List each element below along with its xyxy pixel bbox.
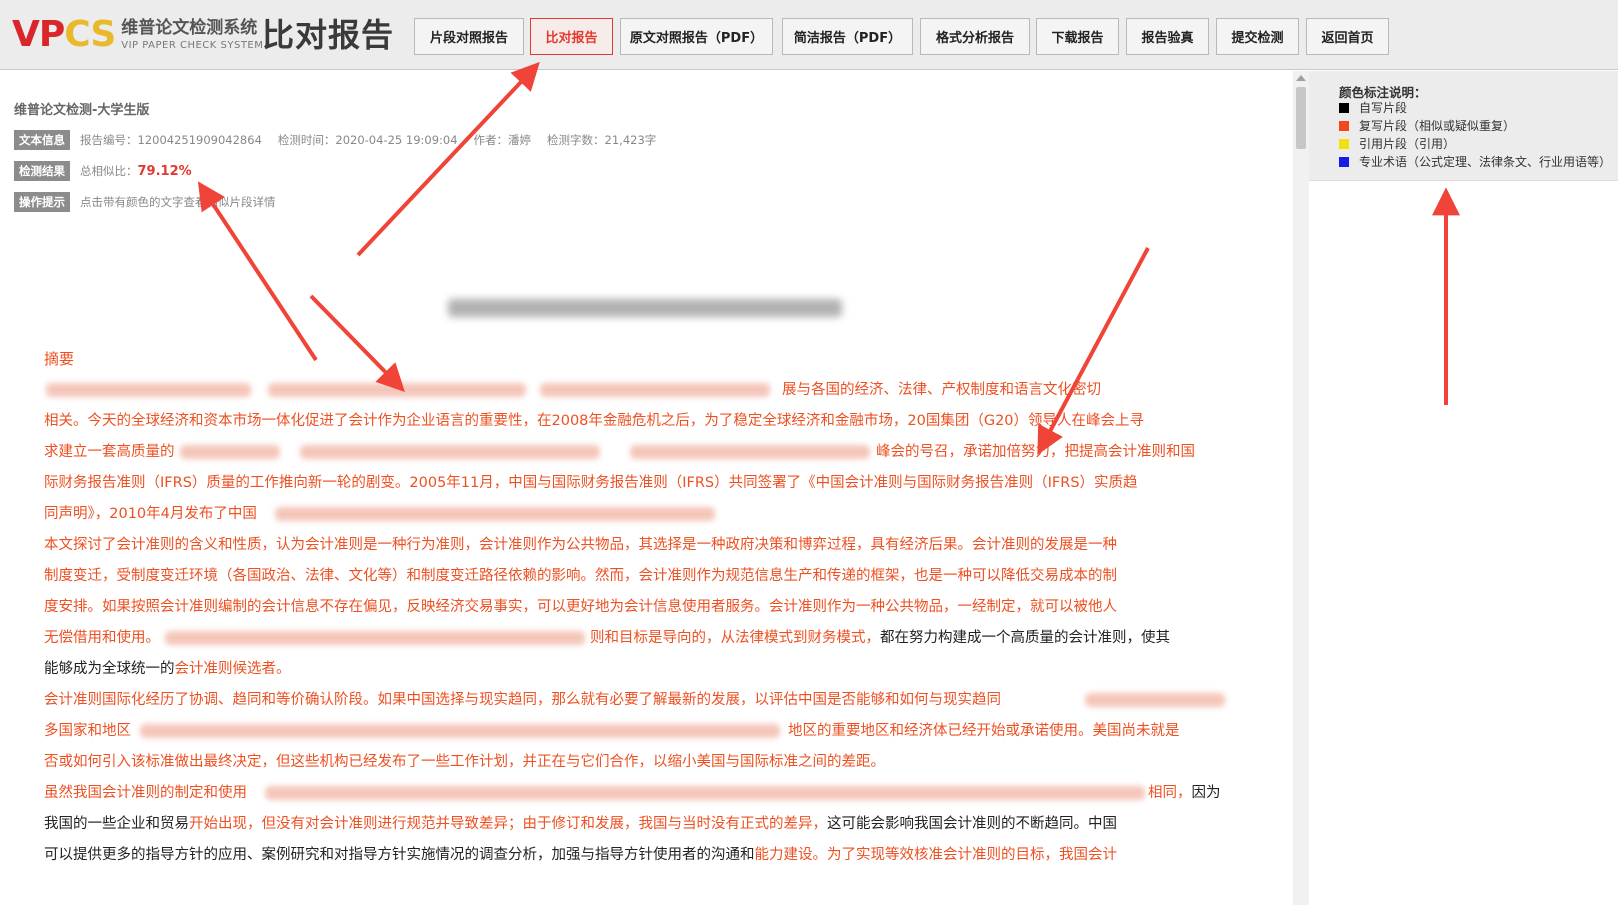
text-line-14a[interactable]: 虽然我国会计准则的制定和使用 (44, 783, 247, 803)
vpcs-logo[interactable]: VPCS 维普论文检测系统 VIP PAPER CHECK SYSTEM (12, 12, 263, 58)
scroll-up-arrow-icon[interactable] (1296, 75, 1306, 81)
text-line-10[interactable]: 能够成为全球统一的会计准则候选者。 (44, 659, 291, 679)
main-scrollbar[interactable] (1293, 71, 1309, 905)
logo-mark: VPCS (12, 14, 116, 55)
tip-text: 点击带有颜色的文字查看相似片段详情 (80, 195, 276, 209)
document-title-redacted (448, 293, 842, 323)
result-row: 检测结果 总相似比： 79.12% (14, 161, 192, 181)
text-line-12b[interactable]: 地区的重要地区和经济体已经开始或承诺使用。美国尚未就是 (788, 721, 1180, 741)
nav-original-pdf-button[interactable]: 原文对照报告（PDF） (620, 18, 773, 55)
redacted-segment (630, 445, 870, 459)
text-line-15[interactable]: 我国的一些企业和贸易开始出现，但没有对会计准则进行规范并导致差异；由于修订和发展… (44, 814, 1117, 834)
redacted-segment (180, 445, 280, 459)
nav-brief-pdf-button[interactable]: 简洁报告（PDF） (782, 18, 913, 55)
check-time: 检测时间：2020-04-25 19:09:04 (277, 133, 458, 147)
legend-item-copied: 复写片段（相似或疑似重复） (1339, 117, 1515, 134)
legend-item-terms: 专业术语（公式定理、法律条文、行业用语等） (1339, 153, 1611, 170)
text-line-2[interactable]: 相关。今天的全球经济和资本市场一体化促进了会计作为企业语言的重要性，在2008年… (44, 411, 1144, 431)
color-legend: 颜色标注说明： 自写片段 复写片段（相似或疑似重复） 引用片段（引用） 专业术语… (1309, 71, 1618, 181)
top-header: VPCS 维普论文检测系统 VIP PAPER CHECK SYSTEM 比对报… (0, 0, 1618, 70)
text-line-14b[interactable]: 相同，因为 (1148, 783, 1221, 803)
nav-compare-report-button[interactable]: 比对报告 (530, 18, 613, 55)
page-heading: 比对报告 (262, 16, 395, 54)
redacted-segment (265, 786, 1145, 800)
system-title: 维普论文检测-大学生版 (14, 103, 150, 118)
logo-en: VIP PAPER CHECK SYSTEM (121, 40, 264, 51)
text-line-9b[interactable]: 则和目标是导向的，从法律模式到财务模式，都在努力构建成一个高质量的会计准则，使其 (590, 628, 1170, 648)
redacted-segment (300, 445, 600, 459)
redacted-segment (268, 383, 526, 397)
text-line-6[interactable]: 本文探讨了会计准则的含义和性质，认为会计准则是一种行为准则，会计准则作为公共物品… (44, 535, 1117, 555)
redacted-segment (46, 383, 251, 397)
report-number: 报告编号：12004251909042864 (80, 133, 262, 147)
logo-text: 维普论文检测系统 VIP PAPER CHECK SYSTEM (121, 12, 263, 58)
text-info-row: 文本信息 报告编号：12004251909042864 检测时间：2020-04… (14, 130, 672, 150)
text-line-3a[interactable]: 求建立一套高质量的 (44, 442, 175, 462)
text-line-11[interactable]: 会计准则国际化经历了协调、趋同和等价确认阶段。如果中国选择与现实趋同，那么就有必… (44, 690, 1001, 710)
black-square-icon (1339, 102, 1349, 113)
text-line-13[interactable]: 否或如何引入该标准做出最终决定，但这些机构已经发布了一些工作计划，并正在与它们合… (44, 752, 885, 772)
redacted-segment (540, 383, 770, 397)
text-line-12a[interactable]: 多国家和地区 (44, 721, 131, 741)
redacted-segment (275, 507, 715, 521)
text-info-tag: 文本信息 (14, 130, 70, 150)
legend-item-self-written: 自写片段 (1339, 99, 1407, 116)
nav-home-button[interactable]: 返回首页 (1306, 18, 1389, 55)
nav-submit-button[interactable]: 提交检测 (1216, 18, 1299, 55)
legend-item-cited: 引用片段（引用） (1339, 135, 1455, 152)
text-line-4[interactable]: 际财务报告准则（IFRS）质量的工作推向新一轮的剧变。2005年11月，中国与国… (44, 473, 1138, 493)
scroll-thumb[interactable] (1296, 87, 1306, 149)
report-main-area: 维普论文检测-大学生版 文本信息 报告编号：12004251909042864 … (0, 71, 1293, 905)
yellow-square-icon (1339, 138, 1349, 149)
red-square-icon (1339, 120, 1349, 131)
abstract-heading: 摘要 (44, 350, 75, 368)
word-count: 检测字数：21,423字 (547, 133, 657, 147)
logo-cn: 维普论文检测系统 (121, 18, 258, 38)
text-line-7[interactable]: 制度变迁，受制度变迁环境（各国政治、法律、文化等）和制度变迁路径依赖的影响。然而… (44, 566, 1117, 586)
nav-segment-report-button[interactable]: 片段对照报告 (414, 18, 524, 55)
redacted-segment (1085, 693, 1225, 707)
redacted-segment (165, 631, 585, 645)
text-line-9a[interactable]: 无偿借用和使用。 (44, 628, 160, 648)
legend-panel: 颜色标注说明： 自写片段 复写片段（相似或疑似重复） 引用片段（引用） 专业术语… (1309, 71, 1618, 905)
text-line-16[interactable]: 可以提供更多的指导方针的应用、案例研究和对指导方针实施情况的调查分析，加强与指导… (44, 845, 1117, 865)
tip-tag: 操作提示 (14, 192, 70, 212)
result-tag: 检测结果 (14, 161, 70, 181)
author: 作者：潘婷 (473, 133, 532, 147)
similarity-value: 79.12% (137, 163, 192, 179)
nav-format-analysis-button[interactable]: 格式分析报告 (920, 18, 1030, 55)
tip-row: 操作提示 点击带有颜色的文字查看相似片段详情 (14, 192, 276, 212)
similarity-label: 总相似比： (80, 164, 138, 178)
text-line-3b[interactable]: 峰会的号召，承诺加倍努力，把提高会计准则和国 (876, 442, 1195, 462)
text-line-5[interactable]: 同声明》，2010年4月发布了中国 (44, 504, 257, 524)
nav-download-button[interactable]: 下载报告 (1036, 18, 1119, 55)
blue-square-icon (1339, 156, 1349, 167)
text-line-8[interactable]: 度安排。如果按照会计准则编制的会计信息不存在偏见，反映经济交易事实，可以更好地为… (44, 597, 1117, 617)
redacted-segment (140, 724, 780, 738)
nav-verify-button[interactable]: 报告验真 (1126, 18, 1209, 55)
text-line-1[interactable]: 展与各国的经济、法律、产权制度和语言文化密切 (782, 380, 1101, 400)
